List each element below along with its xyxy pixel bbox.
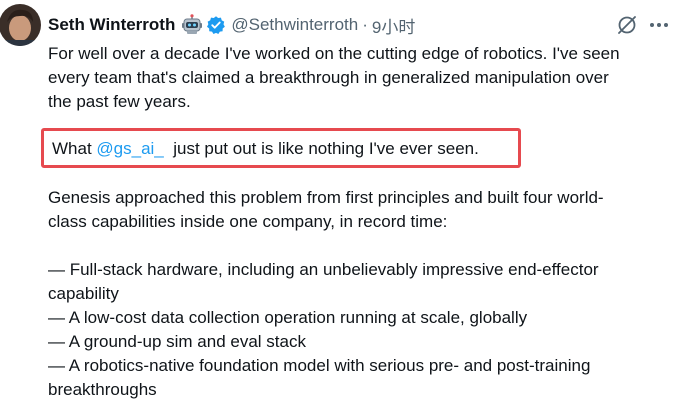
tweet-text-line: every team that's claimed a breakthrough… — [48, 68, 609, 87]
highlight-prefix: What — [52, 139, 97, 158]
highlighted-sentence: What @gs_ai_ just put out is like nothin… — [52, 137, 479, 160]
tweet-text-line: For well over a decade I've worked on th… — [48, 44, 620, 63]
robot-emoji-icon — [181, 14, 203, 36]
tweet-header: Seth Winterroth @Sethwinterroth · 9小时 — [48, 13, 415, 37]
grok-icon[interactable] — [616, 14, 638, 36]
highlight-suffix: just put out is like nothing I've ever s… — [163, 139, 479, 158]
author-handle[interactable]: @Sethwinterroth — [231, 15, 358, 35]
mention-link[interactable]: @gs_ai_ — [96, 139, 163, 158]
list-item: breakthroughs — [48, 380, 157, 399]
list-item: capability — [48, 284, 119, 303]
separator-dot: · — [362, 15, 368, 34]
author-name[interactable]: Seth Winterroth — [48, 15, 175, 35]
tweet-text-line: class capabilities inside one company, i… — [48, 212, 448, 231]
verified-badge-icon — [206, 15, 226, 35]
tweet-text-line: Genesis approached this problem from fir… — [48, 188, 604, 207]
list-item: — Full-stack hardware, including an unbe… — [48, 260, 599, 279]
more-icon[interactable] — [648, 16, 670, 34]
tweet-text-line: the past few years. — [48, 92, 191, 111]
timestamp[interactable]: 9小时 — [372, 13, 415, 38]
list-item: — A low-cost data collection operation r… — [48, 308, 528, 327]
avatar[interactable] — [0, 4, 41, 46]
list-item: — A ground-up sim and eval stack — [48, 332, 306, 351]
list-item: — A robotics-native foundation model wit… — [48, 356, 591, 375]
